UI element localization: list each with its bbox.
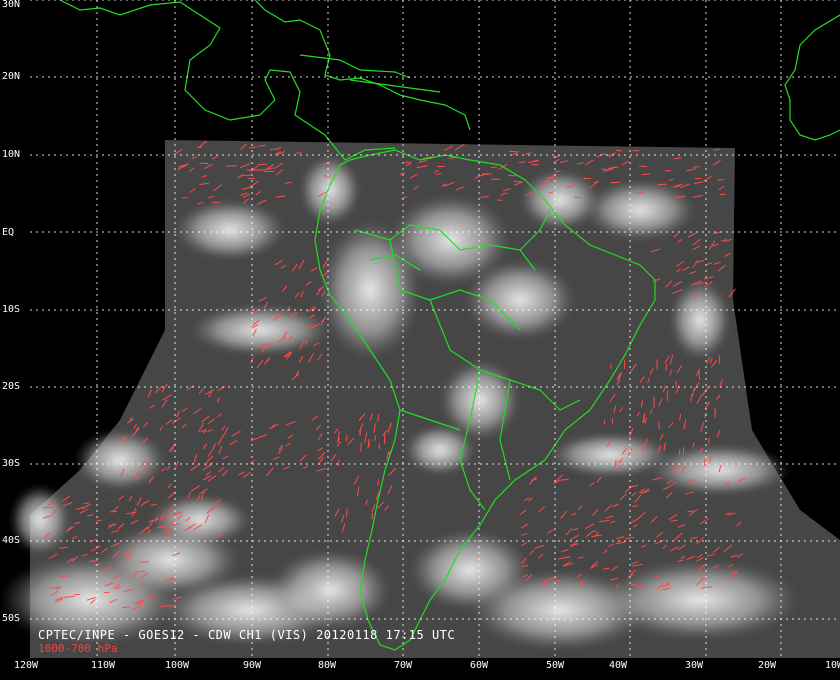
satellite-map: [0, 0, 840, 658]
wind-vector: [639, 165, 648, 168]
wind-vector: [96, 519, 102, 522]
lon-label-120w: 120W: [14, 660, 39, 671]
satellite-image-frame: 30N 20N 10N EQ 10S 20S 30S 40S 50S 120W …: [0, 0, 840, 680]
wind-vector: [110, 510, 118, 513]
wind-vector: [497, 199, 503, 201]
image-caption: CPTEC/INPE - GOES12 - CDW CH1 (VIS) 2012…: [38, 628, 456, 642]
wind-vector: [693, 166, 700, 168]
wind-vector: [83, 502, 89, 505]
lat-label-30n: 30N: [2, 0, 21, 10]
lat-label-50s: 50S: [2, 613, 21, 624]
wind-vector: [89, 560, 98, 562]
wind-vector: [656, 359, 658, 370]
lat-label-eq: EQ: [2, 227, 15, 238]
wind-vector: [518, 161, 525, 163]
wind-vector: [74, 593, 81, 596]
wind-vector: [94, 563, 102, 565]
lon-label-110w: 110W: [91, 660, 116, 671]
wind-vector: [687, 510, 695, 513]
lon-label-70w: 70W: [394, 660, 413, 671]
wind-vector: [615, 149, 623, 152]
lat-label-30s: 30S: [2, 458, 21, 469]
lon-label-20w: 20W: [758, 660, 777, 671]
wind-vector: [719, 193, 726, 196]
pressure-level-caption: 1000-700 hPa: [38, 642, 118, 655]
wind-vector: [657, 183, 667, 186]
lon-label-30w: 30W: [685, 660, 704, 671]
wind-vector: [703, 458, 706, 467]
lon-label-60w: 60W: [470, 660, 489, 671]
wind-vector: [610, 181, 620, 184]
wind-vector: [360, 442, 362, 452]
lon-label-100w: 100W: [165, 660, 190, 671]
wind-vector: [641, 173, 651, 176]
wind-vector: [139, 561, 150, 563]
lat-label-20s: 20S: [2, 381, 21, 392]
lon-label-10w: 10W: [825, 660, 840, 671]
lat-label-20n: 20N: [2, 71, 21, 82]
lat-label-40s: 40S: [2, 535, 21, 546]
wind-vector: [257, 163, 268, 166]
lat-label-10n: 10N: [2, 149, 21, 160]
lon-label-40w: 40W: [609, 660, 628, 671]
lon-label-50w: 50W: [546, 660, 565, 671]
lon-label-90w: 90W: [243, 660, 262, 671]
wind-vector: [345, 434, 348, 442]
wind-vector: [254, 169, 265, 171]
wind-vector: [509, 150, 519, 153]
lon-label-80w: 80W: [318, 660, 337, 671]
lat-label-10s: 10S: [2, 304, 21, 315]
